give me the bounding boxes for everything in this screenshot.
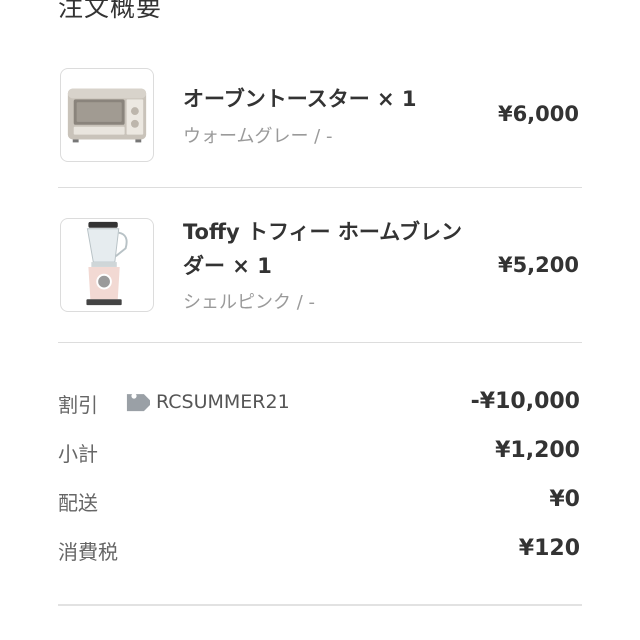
item-price: ¥6,000 — [497, 102, 579, 126]
item-variant: シェルピンク / - — [183, 292, 316, 313]
tax-value: ¥120 — [518, 536, 580, 561]
subtotal-value: ¥1,200 — [495, 438, 580, 463]
item-name: オーブントースター × 1 — [183, 87, 417, 111]
order-summary-title: 注文概要 — [58, 0, 163, 22]
discount-row: 割引 RCSUMMER21 -¥10,000 — [0, 389, 640, 419]
tax-label: 消費税 — [58, 540, 118, 564]
product-thumbnail[interactable] — [60, 68, 154, 162]
shipping-value: ¥0 — [549, 487, 580, 512]
shipping-label: 配送 — [58, 491, 98, 515]
divider — [58, 604, 582, 606]
tag-icon — [126, 393, 150, 412]
shipping-row: 配送 ¥0 — [0, 487, 640, 517]
coupon-code-text: RCSUMMER21 — [156, 391, 290, 413]
oven-toaster-image — [67, 88, 147, 143]
item-price: ¥5,200 — [497, 253, 579, 277]
divider — [58, 342, 582, 343]
subtotal-row: 小計 ¥1,200 — [0, 438, 640, 468]
product-thumbnail[interactable] — [60, 218, 154, 312]
discount-value: -¥10,000 — [470, 389, 580, 414]
subtotal-label: 小計 — [58, 442, 98, 466]
blender-image — [86, 221, 128, 306]
tax-row: 消費税 ¥120 — [0, 536, 640, 566]
item-variant: ウォームグレー / - — [183, 126, 333, 147]
divider — [58, 187, 582, 188]
discount-label: 割引 — [58, 393, 98, 417]
item-name: Toffy トフィー ホームブレンダー × 1 — [183, 220, 462, 278]
